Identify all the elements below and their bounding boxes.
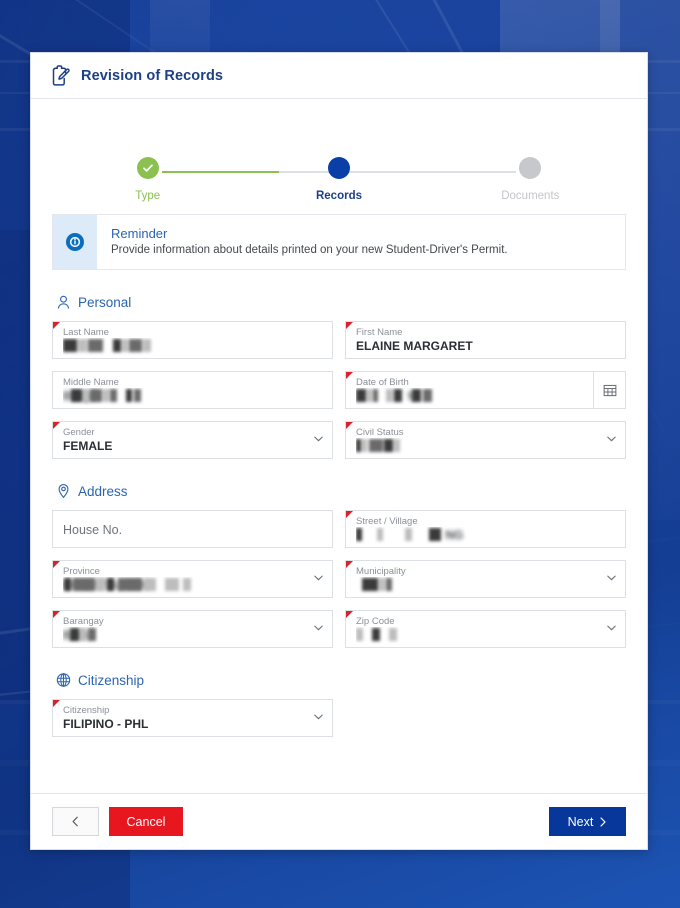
chevron-right-icon bbox=[600, 816, 606, 827]
step-documents-dot bbox=[519, 157, 542, 179]
field-date-of-birth-label: Date of Birth bbox=[356, 377, 409, 388]
field-zip-code[interactable]: Zip Code bbox=[345, 610, 626, 648]
field-date-of-birth[interactable]: Date of Birth 9 bbox=[345, 371, 626, 409]
field-first-name-value: ELAINE MARGARET bbox=[356, 339, 473, 353]
field-civil-status[interactable]: Civil Status bbox=[345, 421, 626, 459]
info-circle-icon bbox=[66, 233, 84, 251]
person-icon bbox=[57, 295, 70, 309]
globe-icon bbox=[56, 673, 71, 687]
field-barangay-value: BAN bbox=[63, 627, 322, 644]
chevron-down-icon[interactable] bbox=[314, 575, 323, 581]
field-gender-label: Gender bbox=[63, 427, 95, 438]
field-last-name-value bbox=[63, 338, 322, 355]
field-middle-name[interactable]: Middle Name BUQE bbox=[52, 371, 333, 409]
field-province-label: Province bbox=[63, 566, 100, 577]
field-municipality[interactable]: Municipality bbox=[345, 560, 626, 598]
section-header-personal: Personal bbox=[56, 294, 626, 310]
field-province[interactable]: Province ORIENTAL MIN bbox=[52, 560, 333, 598]
page-title: Revision of Records bbox=[81, 67, 224, 84]
step-records[interactable]: Records bbox=[243, 157, 434, 202]
field-civil-status-label: Civil Status bbox=[356, 427, 404, 438]
field-gender-value: FEMALE bbox=[63, 439, 113, 453]
reminder-banner: Reminder Provide information about detai… bbox=[52, 214, 626, 270]
field-zip-code-value bbox=[356, 627, 615, 644]
address-row-2: Province ORIENTAL MIN Municipality bbox=[52, 560, 626, 598]
field-date-of-birth-value: 9 bbox=[356, 388, 585, 405]
card-footer: Cancel Next bbox=[31, 793, 647, 849]
reminder-text-column: Reminder Provide information about detai… bbox=[97, 215, 522, 269]
chevron-down-icon[interactable] bbox=[314, 714, 323, 720]
field-first-name-label: First Name bbox=[356, 327, 403, 338]
location-pin-icon bbox=[58, 483, 69, 498]
field-last-name[interactable]: Last Name bbox=[52, 321, 333, 359]
back-button[interactable] bbox=[52, 807, 99, 836]
next-button[interactable]: Next bbox=[549, 807, 626, 836]
field-house-no[interactable]: House No. bbox=[52, 510, 333, 548]
cancel-button[interactable]: Cancel bbox=[109, 807, 183, 836]
reminder-icon-column bbox=[53, 215, 97, 269]
chevron-left-icon bbox=[72, 816, 78, 827]
field-zip-code-label: Zip Code bbox=[356, 616, 395, 627]
field-municipality-label: Municipality bbox=[356, 566, 406, 577]
reminder-description: Provide information about details printe… bbox=[111, 244, 508, 256]
citizenship-row-1: Citizenship FILIPINO - PHL bbox=[52, 699, 626, 737]
address-row-3: Barangay BAN Zip Code bbox=[52, 610, 626, 648]
section-header-address: Address bbox=[56, 483, 626, 499]
step-type[interactable]: Type bbox=[52, 157, 243, 202]
field-first-name[interactable]: First Name ELAINE MARGARET bbox=[345, 321, 626, 359]
section-header-citizenship: Citizenship bbox=[56, 672, 626, 688]
field-province-value: ORIENTAL MIN bbox=[63, 577, 322, 594]
personal-row-2: Middle Name BUQE Date of Birth bbox=[52, 371, 626, 409]
field-street-village-label: Street / Village bbox=[356, 516, 418, 527]
calendar-icon bbox=[603, 384, 616, 397]
step-records-dot bbox=[327, 157, 350, 179]
step-documents[interactable]: Documents bbox=[435, 157, 626, 202]
field-gender[interactable]: Gender FEMALE bbox=[52, 421, 333, 459]
clipboard-edit-icon bbox=[51, 64, 71, 87]
chevron-down-icon[interactable] bbox=[607, 436, 616, 442]
field-citizenship-label: Citizenship bbox=[63, 705, 110, 716]
field-civil-status-value bbox=[356, 438, 615, 455]
section-title-address: Address bbox=[78, 483, 128, 499]
personal-row-3: Gender FEMALE Civil Status bbox=[52, 421, 626, 459]
field-barangay-label: Barangay bbox=[63, 616, 104, 627]
field-middle-name-label: Middle Name bbox=[63, 377, 119, 388]
section-title-citizenship: Citizenship bbox=[78, 672, 145, 688]
field-street-village[interactable]: Street / Village NG bbox=[345, 510, 626, 548]
address-row-1: House No. Street / Village NG bbox=[52, 510, 626, 548]
field-street-village-value: NG bbox=[356, 527, 615, 544]
chevron-down-icon[interactable] bbox=[314, 625, 323, 631]
chevron-down-icon[interactable] bbox=[607, 575, 616, 581]
section-title-personal: Personal bbox=[78, 294, 132, 310]
step-records-label: Records bbox=[315, 190, 362, 202]
step-type-dot bbox=[136, 157, 159, 179]
reminder-title: Reminder bbox=[111, 226, 168, 241]
next-button-label: Next bbox=[567, 814, 594, 829]
card-body: Type Records Documents Reminder Provide … bbox=[31, 99, 647, 793]
date-picker-button[interactable] bbox=[593, 372, 625, 408]
field-house-no-placeholder: House No. bbox=[63, 523, 123, 537]
field-middle-name-value: BUQE bbox=[63, 388, 322, 405]
chevron-down-icon[interactable] bbox=[314, 436, 323, 442]
field-citizenship[interactable]: Citizenship FILIPINO - PHL bbox=[52, 699, 333, 737]
field-citizenship-value: FILIPINO - PHL bbox=[63, 717, 149, 731]
step-documents-label: Documents bbox=[501, 190, 560, 202]
field-barangay[interactable]: Barangay BAN bbox=[52, 610, 333, 648]
revision-of-records-card: Revision of Records Type Records Documen… bbox=[30, 52, 648, 850]
chevron-down-icon[interactable] bbox=[607, 625, 616, 631]
field-last-name-label: Last Name bbox=[63, 327, 109, 338]
personal-row-1: Last Name First Name ELAINE MARGARET bbox=[52, 321, 626, 359]
check-icon bbox=[142, 164, 153, 172]
step-type-label: Type bbox=[135, 190, 161, 202]
card-header: Revision of Records bbox=[31, 53, 647, 99]
field-municipality-value bbox=[356, 577, 615, 594]
progress-stepper: Type Records Documents bbox=[52, 99, 626, 204]
